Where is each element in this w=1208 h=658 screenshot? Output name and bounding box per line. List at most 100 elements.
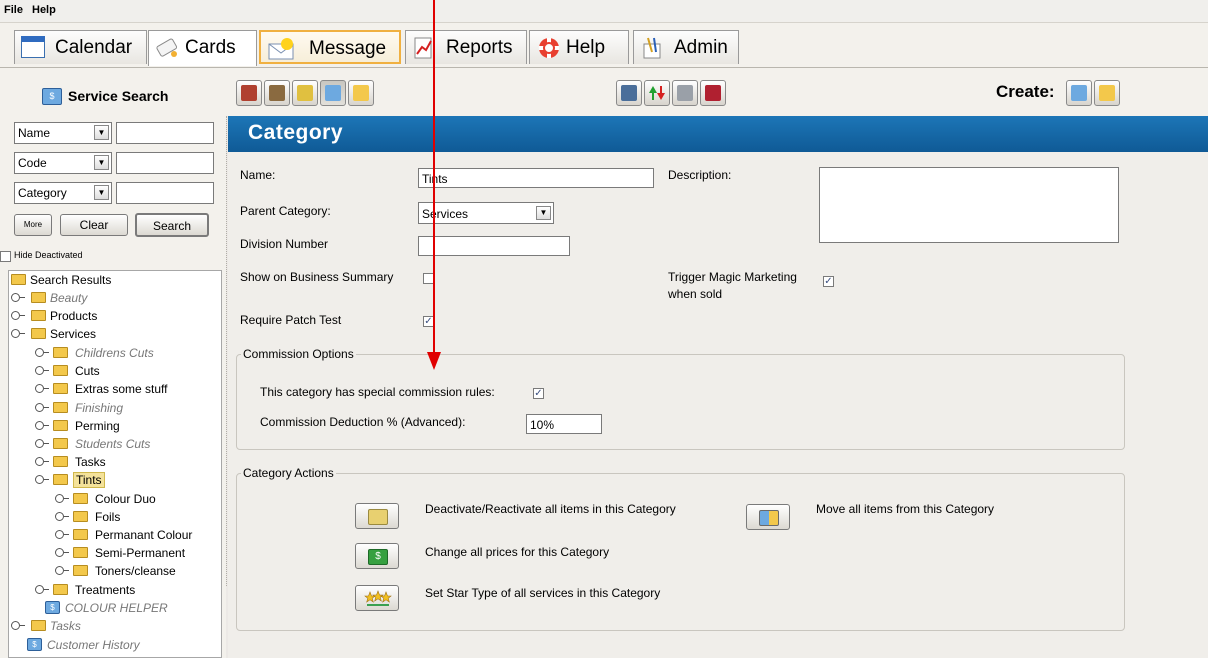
clear-button[interactable]: Clear <box>60 214 128 236</box>
show-summary-label: Show on Business Summary <box>240 270 394 284</box>
tree-item-selected[interactable]: Tints <box>35 472 215 490</box>
hide-deactivated-label: Hide Deactivated <box>14 250 83 260</box>
tree-item[interactable]: Finishing <box>35 400 215 418</box>
folder-icon <box>53 365 68 376</box>
expand-icon <box>11 311 25 320</box>
search-row-name: Name ▼ <box>14 122 214 144</box>
message-icon <box>267 37 294 60</box>
compare-button[interactable] <box>616 80 642 106</box>
change-prices-label: Change all prices for this Category <box>425 545 610 559</box>
expand-icon <box>35 384 49 393</box>
search-type-select[interactable]: Name ▼ <box>14 122 112 144</box>
folder-icon <box>53 456 68 467</box>
commission-options-group: Commission Options <box>236 347 1125 450</box>
tree-item[interactable]: Childrens Cuts <box>35 345 215 363</box>
search-type-select[interactable]: Code ▼ <box>14 152 112 174</box>
create-category-button[interactable] <box>1094 80 1120 106</box>
tree-item[interactable]: Students Cuts <box>35 436 215 454</box>
parent-category-label: Parent Category: <box>240 204 331 218</box>
tree-item[interactable]: Foils <box>55 509 220 527</box>
move-items-label: Move all items from this Category <box>816 502 995 516</box>
tab-help[interactable]: Help <box>529 30 629 64</box>
tree-item[interactable]: Toners/cleanse <box>55 563 220 581</box>
tree-item[interactable]: Colour Duo <box>55 491 220 509</box>
description-textarea[interactable] <box>819 167 1119 243</box>
tab-calendar[interactable]: Calendar <box>14 30 147 64</box>
folder-icon <box>353 85 369 101</box>
patch-test-label: Require Patch Test <box>240 313 342 327</box>
tab-help-label: Help <box>566 37 606 58</box>
tab-calendar-label: Calendar <box>55 37 133 58</box>
folder-icon <box>31 620 46 631</box>
tree-item[interactable]: Beauty <box>11 290 211 308</box>
folder-icon <box>73 493 88 504</box>
folder-icon <box>31 310 46 321</box>
name-label: Name: <box>240 168 276 182</box>
commission-deduction-input[interactable]: 10% <box>526 414 602 434</box>
service-card-button[interactable] <box>320 80 346 106</box>
expand-icon <box>11 621 25 630</box>
tree-item[interactable]: Treatments <box>35 582 215 600</box>
voucher-icon <box>297 85 313 101</box>
hide-deactivated-checkbox[interactable] <box>0 251 11 262</box>
special-commission-checkbox[interactable]: ✓ <box>533 388 544 399</box>
tab-admin[interactable]: Admin <box>633 30 739 64</box>
tree-item[interactable]: Permanant Colour <box>55 527 220 545</box>
search-input-code[interactable] <box>116 152 214 174</box>
create-service-button[interactable] <box>1066 80 1092 106</box>
category-card-button[interactable] <box>348 80 374 106</box>
tab-message[interactable]: Message <box>259 30 401 64</box>
change-prices-button[interactable]: $ <box>355 543 399 569</box>
page-header: Category <box>228 116 1208 152</box>
tree-item[interactable]: Products <box>11 308 211 326</box>
tab-message-label: Message <box>309 38 387 59</box>
annotation-arrow-icon <box>427 0 441 370</box>
tree-item[interactable]: $ Customer History <box>11 637 211 655</box>
trigger-marketing-label: Trigger Magic Marketing <box>668 270 797 284</box>
expand-icon <box>35 457 49 466</box>
set-star-type-label: Set Star Type of all services in this Ca… <box>425 586 661 600</box>
set-star-type-button[interactable] <box>355 585 399 611</box>
admin-icon <box>640 36 664 59</box>
folder-icon <box>31 328 46 339</box>
menu-file[interactable]: File <box>4 4 23 16</box>
till-button[interactable] <box>672 80 698 106</box>
tree-item[interactable]: Perming <box>35 418 215 436</box>
tree-item[interactable]: Extras some stuff <box>35 381 215 399</box>
product-card-button[interactable] <box>264 80 290 106</box>
tree-item[interactable]: Services <box>11 326 211 344</box>
search-input-name[interactable] <box>116 122 214 144</box>
tab-reports-label: Reports <box>446 37 513 58</box>
name-input[interactable]: Tints <box>418 168 654 188</box>
tree-item[interactable]: Semi-Permanent <box>55 545 220 563</box>
search-results-tree: Search Results Beauty Products Services … <box>8 270 222 658</box>
expand-icon <box>35 348 49 357</box>
folder-icon <box>73 511 88 522</box>
expand-icon <box>35 439 49 448</box>
stars-icon <box>364 590 392 606</box>
folder-icon <box>53 584 68 595</box>
expand-icon <box>55 548 69 557</box>
tree-item[interactable]: Tasks <box>11 618 211 636</box>
more-button[interactable]: More <box>14 214 52 236</box>
search-input-category[interactable] <box>116 182 214 204</box>
deactivate-all-button[interactable] <box>355 503 399 529</box>
service-search-title: Service Search <box>68 88 169 104</box>
tab-cards[interactable]: Cards <box>148 30 257 66</box>
menu-help[interactable]: Help <box>32 4 56 16</box>
sort-button[interactable] <box>644 80 670 106</box>
toolbar: $ Service Search Create: <box>0 68 1208 116</box>
tree-item[interactable]: $ COLOUR HELPER <box>35 600 215 618</box>
trigger-marketing-label-2: when sold <box>668 287 723 301</box>
panel-splitter[interactable] <box>226 116 229 586</box>
stock-button[interactable] <box>700 80 726 106</box>
tree-item[interactable]: Tasks <box>35 454 215 472</box>
search-button[interactable]: Search <box>135 213 209 237</box>
customer-card-button[interactable] <box>236 80 262 106</box>
expand-icon <box>55 566 69 575</box>
trigger-marketing-checkbox[interactable]: ✓ <box>823 276 834 287</box>
move-items-button[interactable] <box>746 504 790 530</box>
tree-item[interactable]: Cuts <box>35 363 215 381</box>
voucher-card-button[interactable] <box>292 80 318 106</box>
search-type-select[interactable]: Category ▼ <box>14 182 112 204</box>
